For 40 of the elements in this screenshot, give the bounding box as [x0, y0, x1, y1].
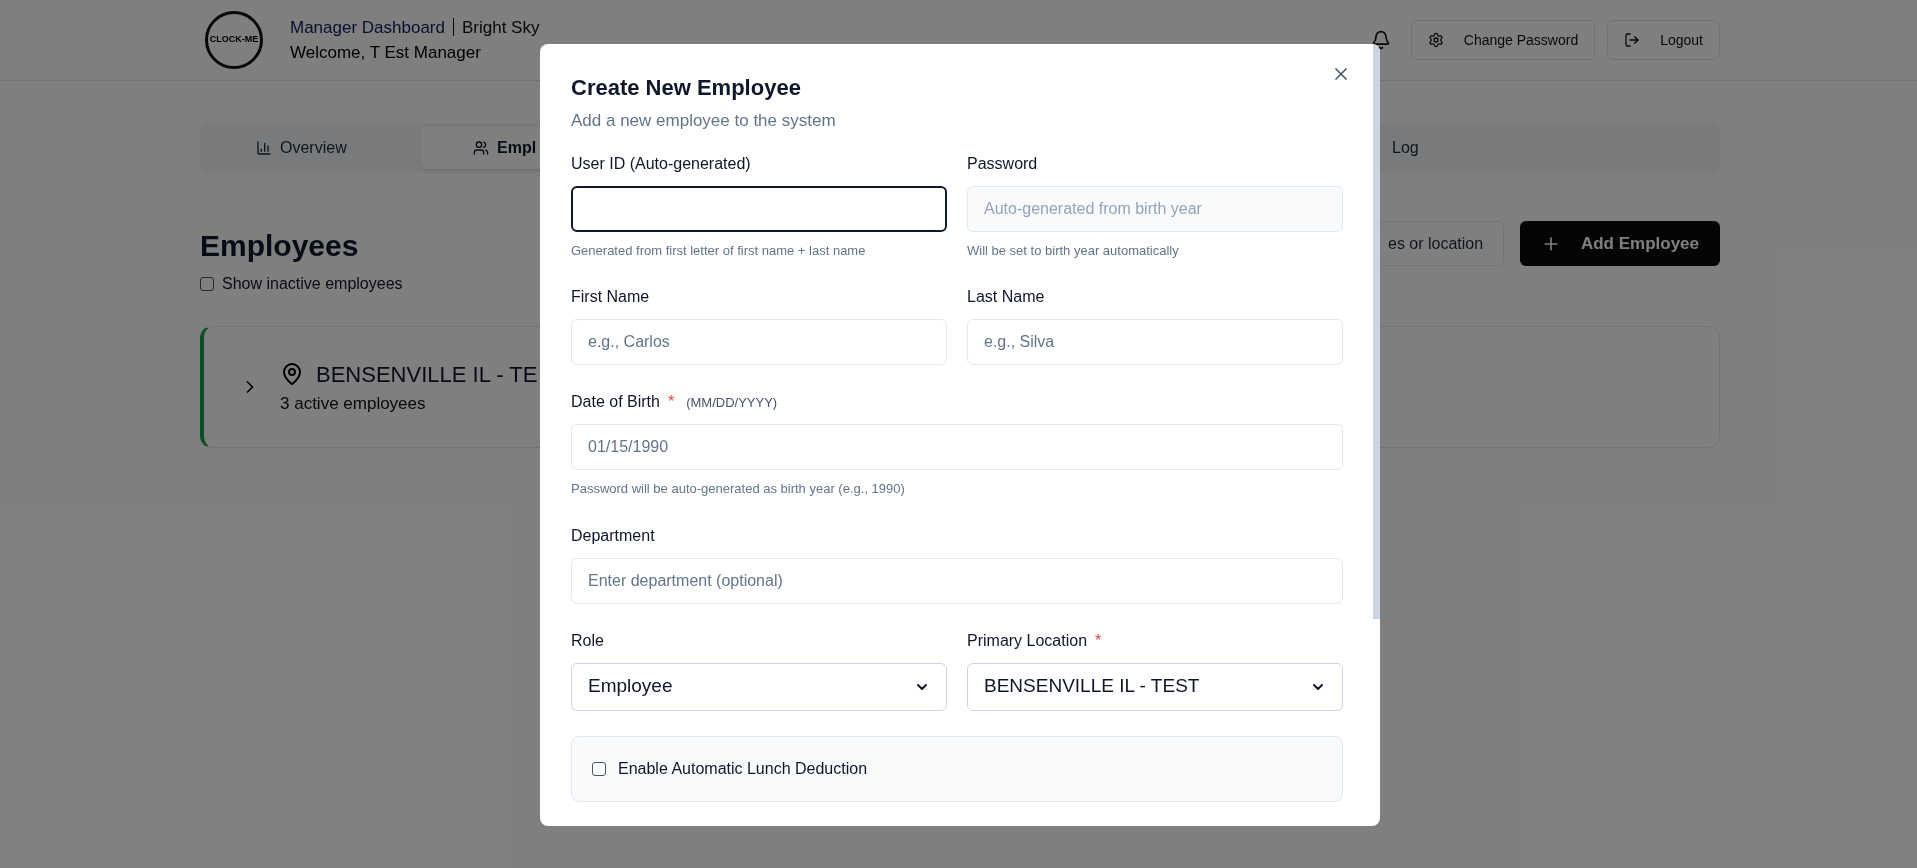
checkbox-label: Enable Automatic Lunch Deduction: [618, 758, 868, 779]
users-icon: [473, 140, 489, 156]
map-pin-icon: [280, 362, 304, 387]
logout-button[interactable]: Logout: [1607, 20, 1720, 60]
welcome-text: Welcome, T Est Manager: [290, 42, 482, 64]
select-dropdown[interactable]: Employee: [571, 662, 947, 711]
checkbox[interactable]: [592, 761, 606, 776]
employee-count: 3 active employees: [280, 393, 426, 413]
dashboard-title: Manager Dashboard: [290, 16, 445, 39]
organization-name: Bright Sky: [462, 16, 540, 39]
helper-text: Generated from first letter of first name + last name: [571, 241, 867, 260]
required-asterisk: *: [1095, 630, 1102, 651]
bar-chart-icon: [256, 140, 272, 156]
field-label: Last Name: [967, 287, 1045, 307]
field-label: Password: [967, 153, 1038, 174]
required-asterisk: *: [667, 392, 675, 412]
format-hint: (MM/DD/YYYY): [686, 394, 778, 412]
field-label: First Name: [571, 287, 650, 307]
tab[interactable]: Overview: [204, 127, 421, 169]
input-field[interactable]: [571, 185, 947, 232]
field-label: Date of Birth: [571, 392, 660, 412]
field-label: Department: [571, 525, 655, 546]
notification-bell-icon[interactable]: [1370, 30, 1391, 50]
field-label: Role: [571, 630, 604, 651]
search-field[interactable]: es or location: [1379, 221, 1504, 266]
modal-title: Create New Employee: [571, 74, 802, 102]
checkbox[interactable]: [200, 277, 214, 291]
checkbox-label: Show inactive employees: [222, 274, 403, 294]
change-password-button[interactable]: Change Password: [1410, 20, 1596, 60]
helper-text: Will be set to birth year automatically: [967, 241, 1180, 260]
tab[interactable]: Log: [1380, 127, 1716, 169]
field-label: Primary Location: [967, 630, 1088, 651]
page-heading: Employees: [200, 228, 360, 264]
logout-icon: [1624, 32, 1641, 48]
location-name: BENSENVILLE IL - TE: [316, 360, 538, 389]
settings-icon: [1427, 32, 1444, 48]
logo: CLOCK-ME: [205, 11, 263, 69]
select-dropdown[interactable]: BENSENVILLE IL - TEST: [967, 662, 1343, 711]
add-employee-button[interactable]: Add Employee: [1520, 221, 1720, 266]
helper-text: Password will be auto-generated as birth year (e.g., 1990): [571, 480, 906, 498]
